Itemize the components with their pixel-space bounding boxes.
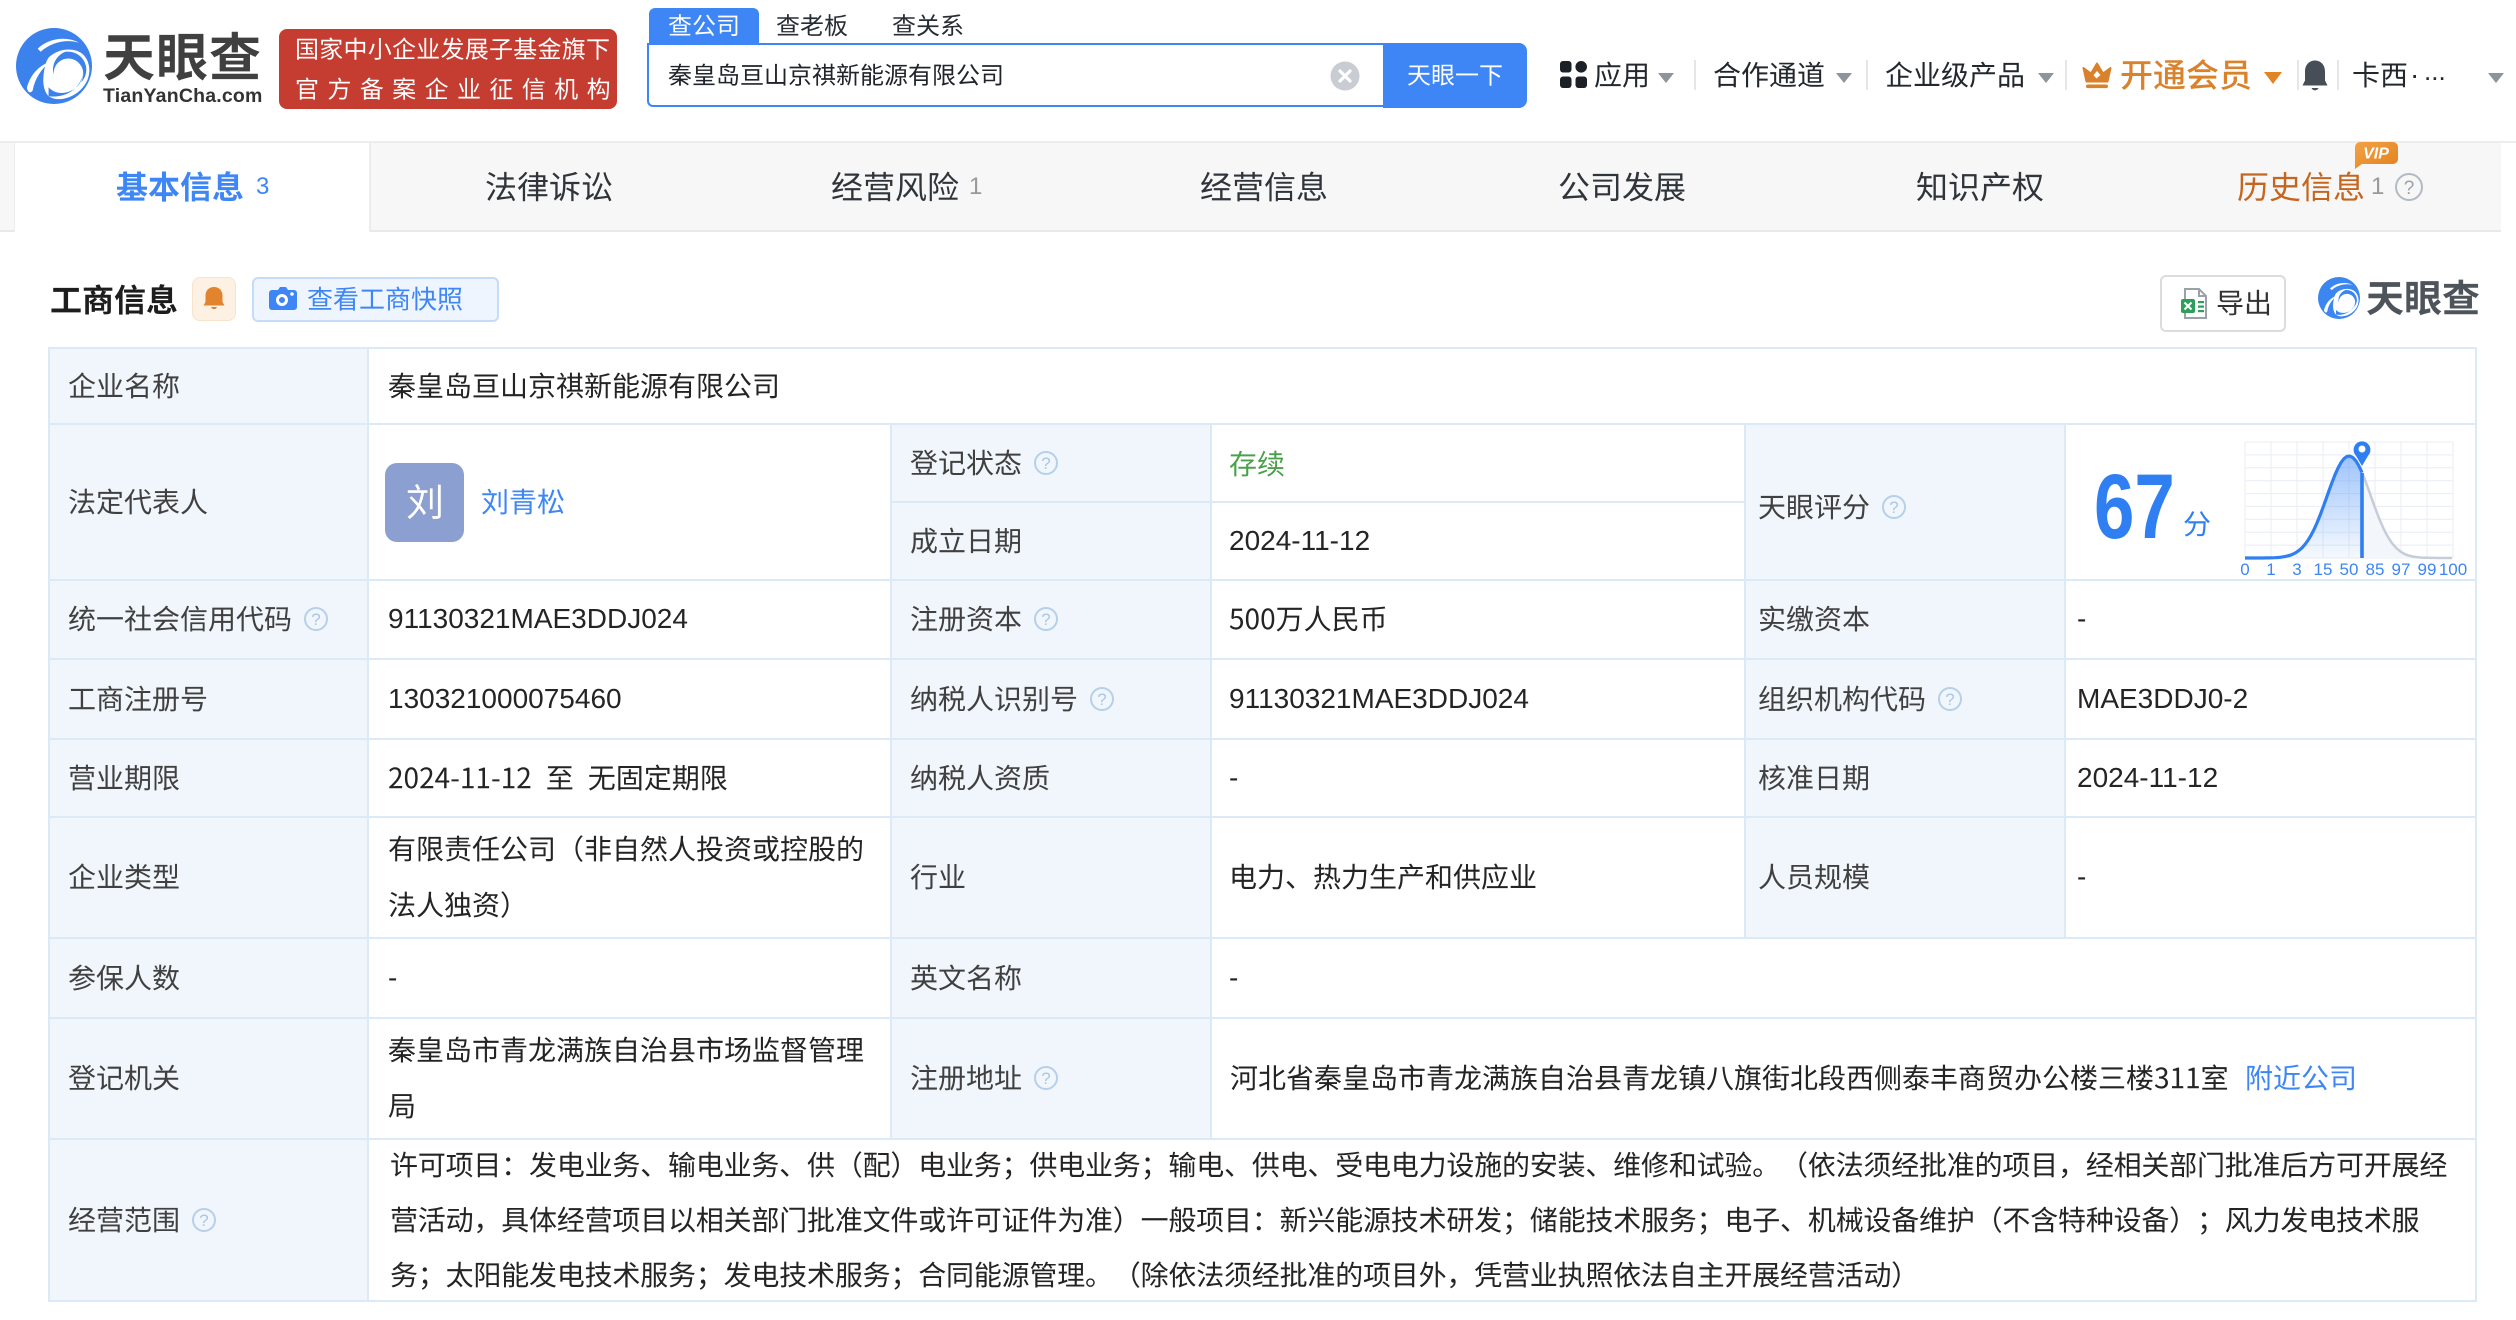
svg-text:?: ? bbox=[2404, 178, 2415, 199]
svg-text:85: 85 bbox=[2366, 560, 2385, 579]
svg-text:3: 3 bbox=[2292, 560, 2301, 579]
svg-text:50: 50 bbox=[2340, 560, 2359, 579]
svg-text:99: 99 bbox=[2418, 560, 2437, 579]
svg-text:?: ? bbox=[1097, 690, 1106, 709]
svg-text:?: ? bbox=[199, 1211, 208, 1230]
svg-text:?: ? bbox=[1889, 498, 1898, 517]
svg-text:?: ? bbox=[1041, 610, 1050, 629]
svg-text:15: 15 bbox=[2314, 560, 2333, 579]
svg-text:?: ? bbox=[311, 610, 320, 629]
svg-text:VIP: VIP bbox=[2363, 146, 2389, 163]
svg-text:97: 97 bbox=[2392, 560, 2411, 579]
svg-text:?: ? bbox=[1041, 454, 1050, 473]
svg-text:1: 1 bbox=[2266, 560, 2275, 579]
svg-text:?: ? bbox=[1945, 690, 1954, 709]
svg-text:0: 0 bbox=[2240, 560, 2249, 579]
svg-text:?: ? bbox=[1041, 1069, 1050, 1088]
svg-text:100: 100 bbox=[2439, 560, 2467, 579]
